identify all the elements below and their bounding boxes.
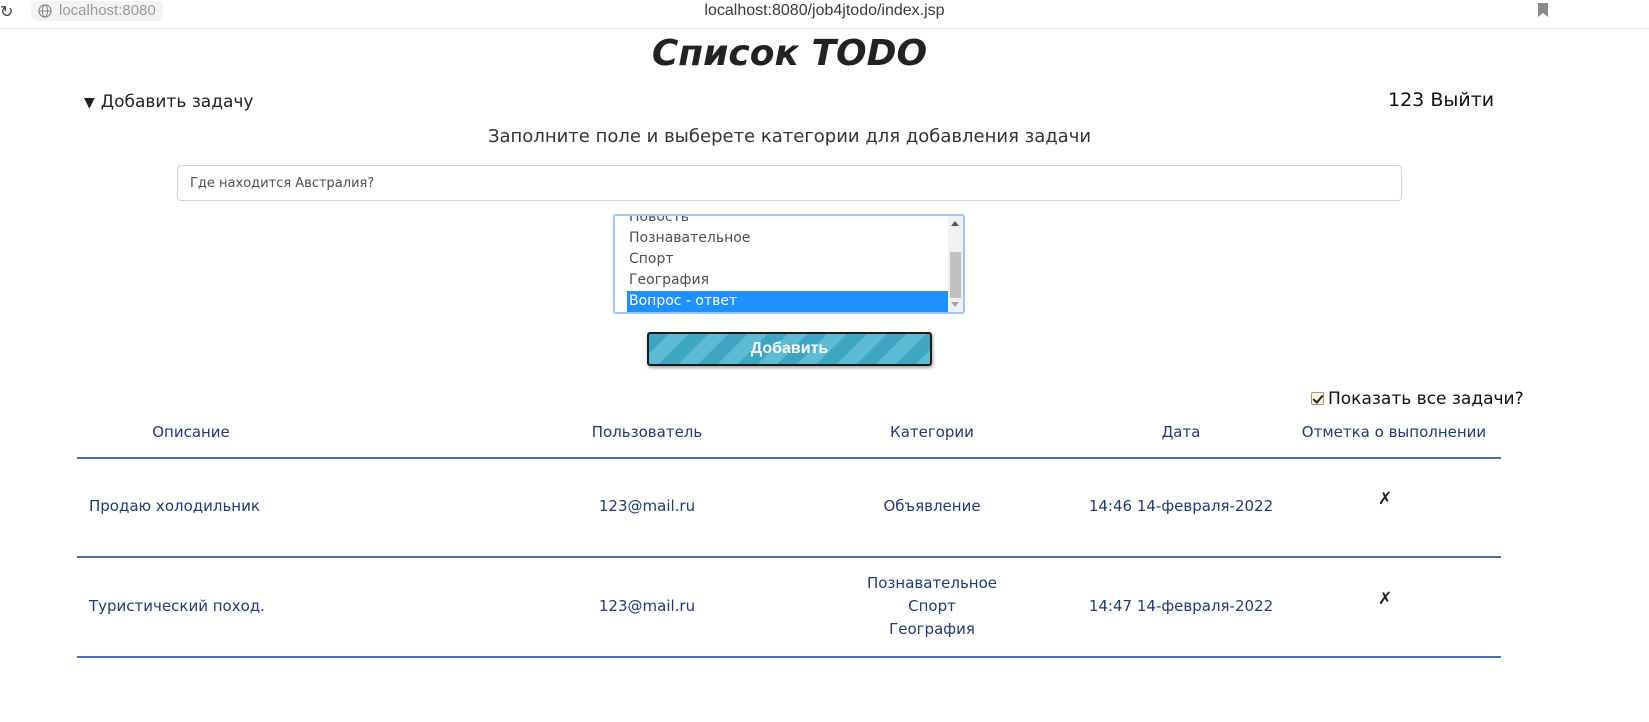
cell-category: Спорт bbox=[908, 597, 956, 615]
task-description-input[interactable] bbox=[177, 165, 1402, 201]
cell-description: Туристический поход. bbox=[89, 597, 265, 615]
add-task-label: Добавить задачу bbox=[100, 92, 254, 112]
show-all-toggle[interactable]: Показать все задачи? bbox=[1311, 389, 1524, 409]
logout-link[interactable]: Выйти bbox=[1430, 89, 1494, 111]
category-multiselect[interactable]: Новость Познавательное Спорт География В… bbox=[613, 214, 965, 314]
user-name: 123 bbox=[1388, 89, 1425, 111]
scroll-down-arrow-icon[interactable] bbox=[951, 302, 959, 307]
category-option[interactable]: Познавательное bbox=[627, 228, 949, 249]
add-task-toggle[interactable]: ▼ Добавить задачу bbox=[84, 91, 254, 114]
add-task-button[interactable]: Добавить bbox=[647, 332, 932, 366]
column-header-done: Отметка о выполнении bbox=[1301, 423, 1487, 441]
category-option-selected[interactable]: Вопрос - ответ bbox=[627, 291, 949, 312]
header-divider bbox=[77, 457, 1501, 459]
user-panel: 123 Выйти bbox=[1388, 89, 1494, 111]
cell-user: 123@mail.ru bbox=[598, 497, 696, 515]
category-option[interactable]: Новость bbox=[627, 216, 949, 228]
cell-category: Познавательное bbox=[866, 574, 998, 592]
cell-user: 123@mail.ru bbox=[598, 597, 696, 615]
done-mark-icon[interactable]: ✗ bbox=[1378, 489, 1392, 509]
category-scrollbar[interactable] bbox=[948, 216, 963, 312]
scrollbar-thumb[interactable] bbox=[950, 252, 961, 298]
cell-category: География bbox=[889, 620, 975, 638]
cell-date: 14:47 14-февраля-2022 bbox=[1088, 597, 1274, 615]
bookmark-icon[interactable] bbox=[1538, 3, 1548, 17]
column-header-categories: Категории bbox=[890, 423, 974, 441]
expanded-triangle-icon: ▼ bbox=[84, 95, 95, 111]
form-hint: Заполните поле и выберете категории для … bbox=[487, 126, 1092, 147]
done-mark-icon[interactable]: ✗ bbox=[1378, 589, 1392, 609]
browser-toolbar: ↻ localhost:8080 localhost:8080/job4jtod… bbox=[0, 0, 1649, 29]
category-option[interactable]: География bbox=[627, 270, 949, 291]
row-divider bbox=[77, 556, 1501, 558]
show-all-label: Показать все задачи? bbox=[1328, 389, 1524, 409]
column-header-date: Дата bbox=[1161, 423, 1201, 441]
column-header-description: Описание bbox=[152, 423, 230, 441]
cell-date: 14:46 14-февраля-2022 bbox=[1088, 497, 1274, 515]
page-title: Список TODO bbox=[651, 33, 928, 74]
scroll-up-arrow-icon[interactable] bbox=[951, 221, 959, 226]
cell-category: Объявление bbox=[883, 497, 981, 515]
show-all-checkbox[interactable] bbox=[1311, 392, 1324, 405]
column-header-user: Пользователь bbox=[591, 423, 703, 441]
cell-description: Продаю холодильник bbox=[89, 497, 260, 515]
row-divider bbox=[77, 656, 1501, 658]
address-bar-url[interactable]: localhost:8080/job4jtodo/index.jsp bbox=[0, 1, 1649, 21]
category-option[interactable]: Спорт bbox=[627, 249, 949, 270]
